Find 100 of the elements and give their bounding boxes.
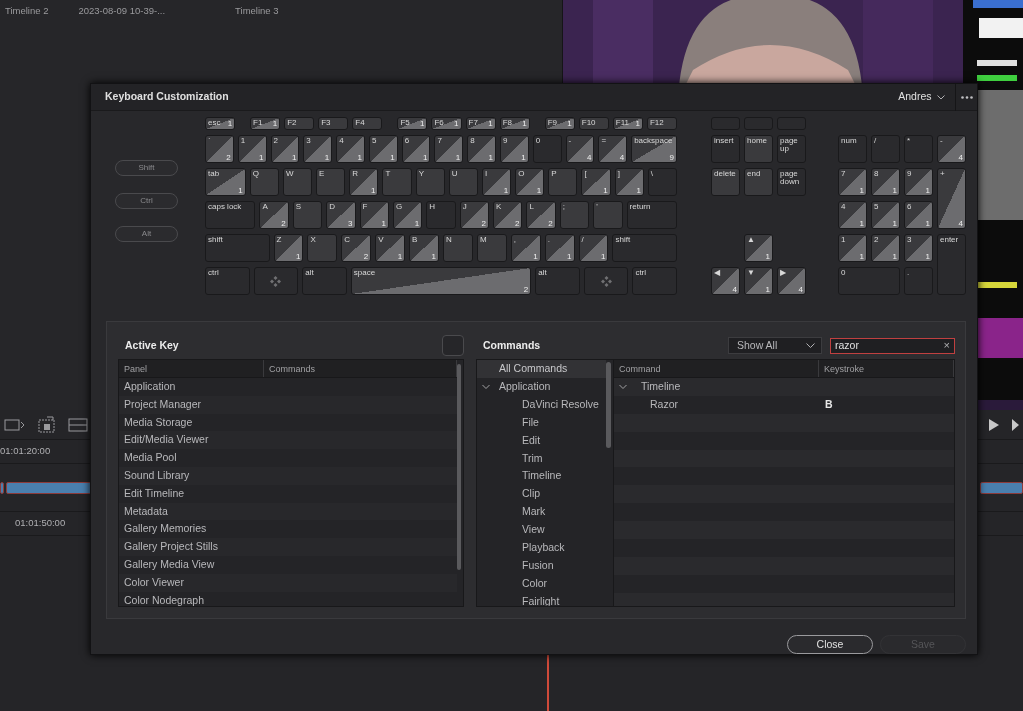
tree-item[interactable]: DaVinci Resolve	[477, 395, 606, 414]
keyboard-key[interactable]: return	[626, 201, 677, 229]
tree-item[interactable]: Edit	[477, 431, 606, 450]
tree-item[interactable]: Timeline	[477, 467, 606, 486]
keyboard-key[interactable]: 9 1	[904, 168, 933, 196]
search-field[interactable]: razor ×	[830, 337, 955, 354]
keyboard-key[interactable]: S	[292, 201, 323, 229]
keyboard-key[interactable]: / 1	[578, 234, 609, 262]
keyboard-key[interactable]: home	[744, 135, 773, 163]
keyboard-key[interactable]: 7 1	[838, 168, 867, 196]
keyboard-key[interactable]: Z 1	[273, 234, 304, 262]
clear-button[interactable]: ×	[943, 340, 950, 351]
keyboard-key[interactable]: 2 1	[871, 234, 900, 262]
modifier-button[interactable]: Ctrl	[115, 193, 178, 209]
keyboard-key[interactable]: E	[316, 168, 346, 196]
keyboard-key[interactable]: enter	[937, 234, 966, 295]
keyboard-key[interactable]: ▲ 1	[744, 234, 773, 262]
tree-item[interactable]: Fusion	[477, 556, 606, 575]
tree-item[interactable]: Playback	[477, 538, 606, 557]
keyboard-key[interactable]: J 2	[459, 201, 490, 229]
keyboard-key[interactable]: num	[838, 135, 867, 163]
keyboard-key[interactable]: C 2	[341, 234, 372, 262]
keyboard-key[interactable]	[253, 267, 299, 295]
tree-item[interactable]: Mark	[477, 503, 606, 521]
scrollbar[interactable]	[457, 364, 461, 570]
keyboard-key[interactable]: F11 1	[612, 117, 643, 130]
keyboard-key[interactable]	[583, 267, 629, 295]
keyboard-key[interactable]: tab 1	[205, 168, 246, 196]
keyboard-key[interactable]: U	[448, 168, 478, 196]
keyboard-key[interactable]: F 1	[359, 201, 389, 229]
keyboard-key[interactable]: R 1	[349, 168, 379, 196]
keyboard-key[interactable]: F2	[284, 117, 315, 130]
keyboard-key[interactable]: F8 1	[499, 117, 530, 130]
modifier-button[interactable]: Shift	[115, 160, 178, 176]
keyboard-key[interactable]: F3	[318, 117, 349, 130]
keyboard-key[interactable]: 3 1	[303, 135, 333, 163]
keyboard-key[interactable]: delete	[711, 168, 740, 196]
keyboard-key[interactable]: , 1	[510, 234, 541, 262]
keyboard-key[interactable]: = 4	[598, 135, 628, 163]
keyboard-key[interactable]: alt	[302, 267, 347, 295]
tree-item[interactable]: All Commands	[477, 360, 606, 378]
keyboard-key[interactable]: L 2	[526, 201, 556, 229]
keyboard-key[interactable]: F7 1	[465, 117, 496, 130]
keyboard-key[interactable]: 0	[532, 135, 562, 163]
keyboard-key[interactable]: A 2	[259, 201, 289, 229]
keyboard-key[interactable]: F4	[352, 117, 383, 130]
keyboard-key[interactable]: 7 1	[434, 135, 464, 163]
keyboard-key[interactable]: caps lock	[205, 201, 256, 229]
tree-item[interactable]: Color	[477, 574, 606, 593]
keyboard-key[interactable]: page down	[777, 168, 806, 196]
keyboard-key[interactable]: backspace 9	[631, 135, 677, 163]
keyboard-key[interactable]: '	[593, 201, 623, 229]
keyboard-key[interactable]: F12	[646, 117, 677, 130]
keyboard-key[interactable]: *	[904, 135, 933, 163]
keyboard-key[interactable]: - 4	[937, 135, 966, 163]
keyboard-key[interactable]: V 1	[375, 234, 406, 262]
keyboard-key[interactable]: 1 1	[838, 234, 867, 262]
tree-item[interactable]: View	[477, 521, 606, 539]
scrollbar[interactable]	[606, 362, 611, 448]
keyboard-key[interactable]: ;	[559, 201, 590, 229]
keyboard-key[interactable]: F5 1	[397, 117, 428, 130]
keyboard-key[interactable]: 8 1	[871, 168, 900, 196]
table-row[interactable]: Gallery Project Stills	[119, 538, 457, 556]
tree-item[interactable]: Fairlight	[477, 592, 606, 606]
keyboard-key[interactable]: space 2	[350, 267, 532, 295]
keyboard-key[interactable]: [ 1	[581, 168, 611, 196]
filter-dropdown[interactable]: Show All	[728, 337, 822, 354]
modifier-button[interactable]: Alt	[115, 226, 178, 242]
tree-item[interactable]: Clip	[477, 485, 606, 504]
keyboard-key[interactable]: ◀ 4	[711, 267, 740, 295]
keyboard-key[interactable]: ctrl	[632, 267, 677, 295]
keyboard-key[interactable]: alt	[535, 267, 580, 295]
keyboard-key[interactable]: P	[548, 168, 578, 196]
table-row[interactable]: Project Manager	[119, 395, 457, 414]
keyboard-key[interactable]: K 2	[493, 201, 523, 229]
keyboard-key[interactable]: O 1	[515, 168, 545, 196]
keyboard-key[interactable]: . 1	[544, 234, 575, 262]
keyboard-key[interactable]: X	[307, 234, 338, 262]
keyboard-key[interactable]: \	[647, 168, 677, 196]
keyboard-key[interactable]: - 4	[565, 135, 595, 163]
keyboard-key[interactable]: F6 1	[431, 117, 462, 130]
table-row[interactable]: Color Nodegraph	[119, 591, 457, 606]
tree-item[interactable]: Trim	[477, 449, 606, 468]
keyboard-key[interactable]: 4 1	[838, 201, 867, 229]
keyboard-key[interactable]: 6 1	[401, 135, 431, 163]
table-row[interactable]: Sound Library	[119, 467, 457, 485]
keyboard-key[interactable]: .	[904, 267, 933, 295]
table-row[interactable]: Gallery Memories	[119, 520, 457, 539]
keyboard-key[interactable]: G 1	[392, 201, 423, 229]
keyboard-key[interactable]: 5 1	[871, 201, 900, 229]
keyboard-key[interactable]: 5 1	[368, 135, 398, 163]
keyboard-key[interactable]: W	[282, 168, 313, 196]
keyboard-key[interactable]: Y	[415, 168, 445, 196]
keyboard-key[interactable]: I 1	[481, 168, 512, 196]
keyboard-key[interactable]: 0	[838, 267, 900, 295]
keyboard-key[interactable]: F10	[578, 117, 609, 130]
keyboard-key[interactable]: shift	[205, 234, 270, 262]
more-icon[interactable]	[960, 95, 973, 99]
keyboard-key[interactable]: end	[744, 168, 773, 196]
keyboard-key[interactable]: N	[443, 234, 473, 262]
